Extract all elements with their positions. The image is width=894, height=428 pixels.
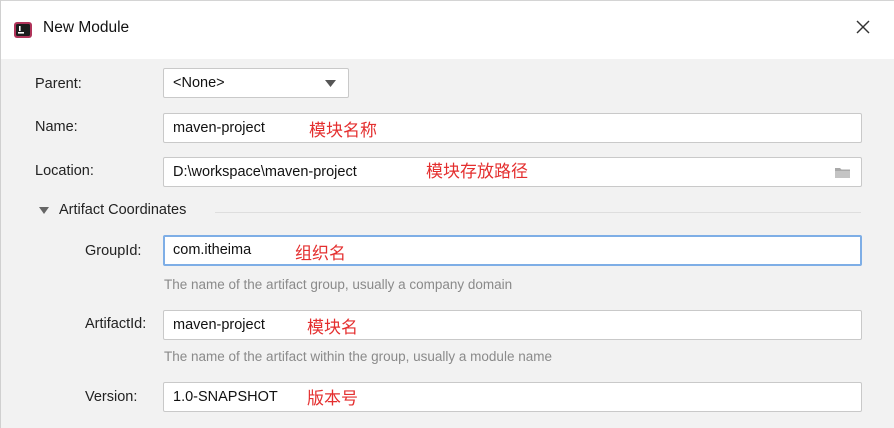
name-label: Name:: [35, 119, 78, 135]
close-icon[interactable]: [853, 17, 873, 37]
chevron-down-icon: [325, 80, 336, 87]
groupid-annotation: 组织名: [295, 244, 346, 264]
version-field[interactable]: 1.0-SNAPSHOT: [163, 382, 862, 412]
location-annotation: 模块存放路径: [426, 162, 528, 182]
intellij-app-icon: [14, 22, 32, 38]
name-field-value: maven-project: [173, 120, 265, 136]
location-label: Location:: [35, 163, 94, 179]
section-divider: [215, 212, 861, 213]
new-module-dialog: New Module Parent: <None> Name: maven-pr…: [0, 0, 894, 428]
location-field-value: D:\workspace\maven-project: [173, 164, 357, 180]
groupid-hint: The name of the artifact group, usually …: [164, 277, 513, 292]
artifactid-annotation: 模块名: [307, 318, 358, 338]
version-field-value: 1.0-SNAPSHOT: [173, 389, 278, 405]
artifactid-label: ArtifactId:: [85, 316, 147, 332]
name-annotation: 模块名称: [309, 121, 377, 141]
groupid-field-value: com.itheima: [173, 242, 252, 258]
parent-select-value: <None>: [173, 75, 225, 91]
artifactid-hint: The name of the artifact within the grou…: [164, 349, 552, 364]
collapse-triangle-icon[interactable]: [39, 207, 49, 215]
title-bar: New Module: [1, 0, 894, 59]
folder-icon[interactable]: [834, 166, 851, 179]
artifactid-field[interactable]: maven-project: [163, 310, 862, 340]
artifactid-field-value: maven-project: [173, 317, 265, 333]
artifact-coordinates-title[interactable]: Artifact Coordinates: [59, 202, 186, 218]
name-field[interactable]: maven-project: [163, 113, 862, 143]
groupid-label: GroupId:: [85, 243, 142, 259]
version-annotation: 版本号: [307, 389, 358, 409]
parent-label: Parent:: [35, 76, 82, 92]
groupid-field[interactable]: com.itheima: [163, 235, 862, 266]
version-label: Version:: [85, 389, 138, 405]
dialog-title: New Module: [43, 19, 130, 36]
parent-select[interactable]: <None>: [163, 68, 349, 98]
